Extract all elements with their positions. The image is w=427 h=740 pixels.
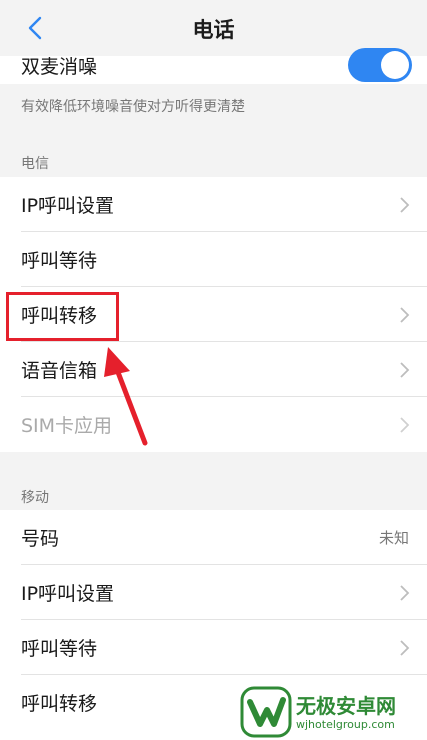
highlight-box	[6, 292, 119, 341]
dual-mic-toggle[interactable]	[348, 48, 412, 82]
list-item-label: 呼叫等待	[21, 638, 98, 660]
list-item-label: IP呼叫设置	[21, 583, 115, 605]
list-item-call-waiting[interactable]: 呼叫等待	[0, 232, 427, 287]
chevron-right-icon	[400, 417, 410, 433]
list-item-label: SIM卡应用	[21, 415, 113, 437]
section-title-telecom: 电信	[21, 156, 49, 172]
watermark-title: 无极安卓网	[296, 694, 396, 718]
chevron-right-icon	[400, 640, 410, 656]
list-item-call-waiting[interactable]: 呼叫等待	[0, 620, 427, 675]
watermark-url: wjhotelgroup.com	[296, 718, 395, 731]
chevron-right-icon	[400, 585, 410, 601]
dual-mic-description: 有效降低环境噪音使对方听得更清楚	[21, 99, 245, 115]
chevron-right-icon	[400, 307, 410, 323]
list-item-label: IP呼叫设置	[21, 195, 115, 217]
list-item-ip-call-settings[interactable]: IP呼叫设置	[0, 177, 427, 232]
list-item-label: 呼叫等待	[21, 250, 98, 272]
list-item-voicemail[interactable]: 语音信箱	[0, 342, 427, 397]
list-item-label: 呼叫转移	[21, 693, 98, 715]
list-item-label: 语音信箱	[21, 360, 98, 382]
watermark: 无极安卓网 wjhotelgroup.com	[240, 684, 427, 740]
page-title: 电话	[192, 18, 235, 42]
toggle-knob	[381, 51, 409, 79]
list-item-number[interactable]: 号码 未知	[0, 510, 427, 565]
watermark-logo-icon	[240, 686, 292, 738]
red-arrow-annotation	[104, 347, 148, 446]
dual-mic-label: 双麦消噪	[21, 56, 98, 78]
chevron-right-icon	[400, 197, 410, 213]
number-value: 未知	[378, 529, 409, 547]
section-title-mobile: 移动	[21, 490, 49, 506]
list-item-sim-apps: SIM卡应用	[0, 397, 427, 452]
list-item-ip-call-settings[interactable]: IP呼叫设置	[0, 565, 427, 620]
chevron-right-icon	[400, 362, 410, 378]
list-item-label: 号码	[21, 528, 60, 550]
